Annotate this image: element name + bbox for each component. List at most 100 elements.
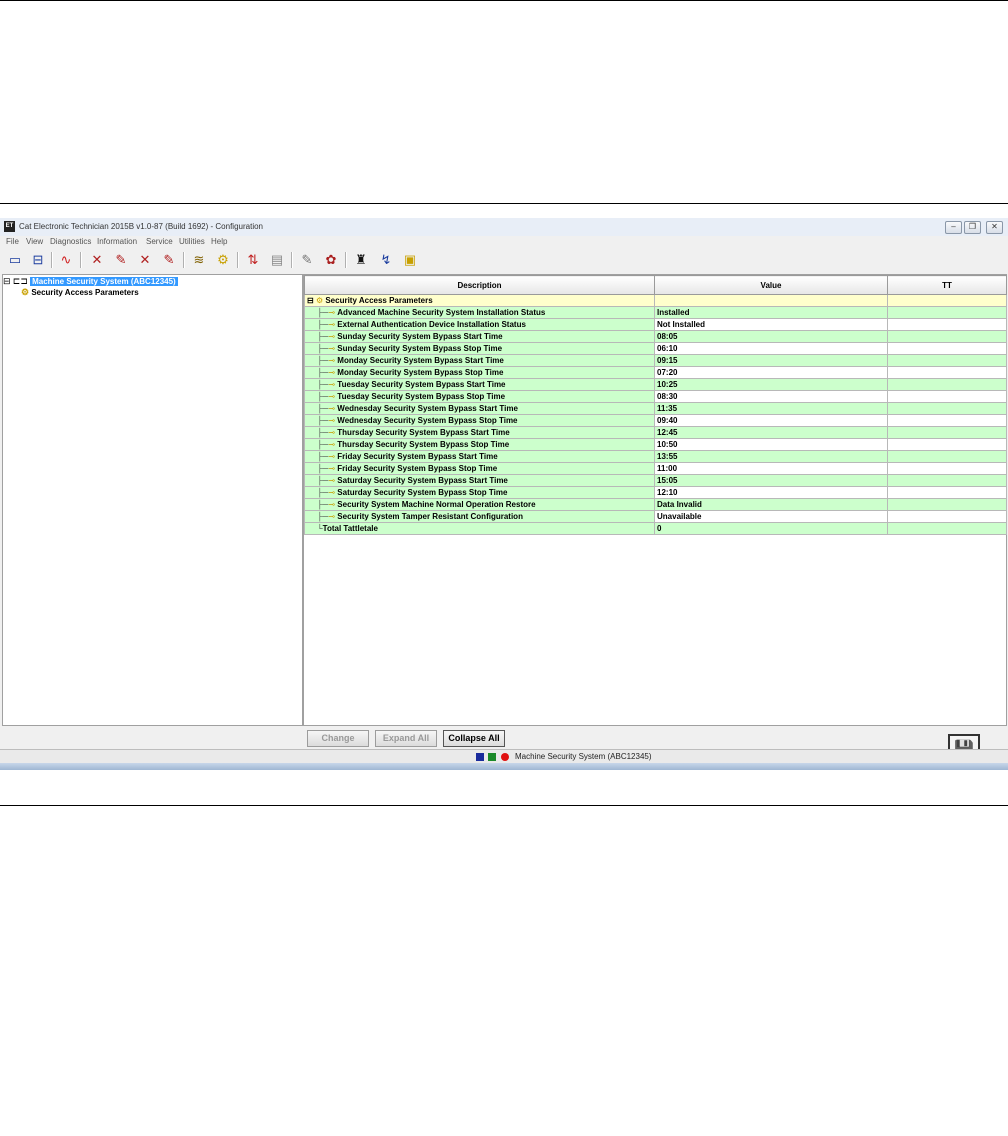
value-cell[interactable]: Data Invalid [654,498,888,511]
menu-help[interactable]: Help [211,237,227,246]
value-cell[interactable]: 08:30 [654,390,888,403]
tree-item-machine-security[interactable]: ⊟ ⊏⊐ Machine Security System (ABC12345) [3,276,178,286]
description-cell: ├─⊸ Advanced Machine Security System Ins… [304,306,655,319]
expand-all-button[interactable]: Expand All [375,730,437,747]
status-groups-icon[interactable]: ≋ [190,251,208,269]
table-row[interactable]: ├─⊸ Security System Machine Normal Opera… [304,498,1007,511]
calibrate-icon[interactable]: ✿ [322,251,340,269]
tree-root-label: Machine Security System (ABC12345) [30,277,178,286]
flash-icon[interactable]: ▣ [401,251,419,269]
table-row[interactable]: ├─⊸ Saturday Security System Bypass Star… [304,474,1007,487]
value-cell[interactable]: 07:20 [654,366,888,379]
tree-connector-icon: ├─ [317,499,329,509]
value-cell[interactable]: 11:00 [654,462,888,475]
config-table: Description Value TT ⊟ ⚙ Security Access… [304,275,1007,535]
print-preview-icon[interactable]: ⊟ [29,251,47,269]
config-grid-panel: Description Value TT ⊟ ⚙ Security Access… [303,274,1007,726]
menu-file[interactable]: File [6,237,19,246]
description-cell: ├─⊸ Friday Security System Bypass Stop T… [304,462,655,475]
parameter-icon: ⊸ [328,427,338,437]
collapse-box-icon[interactable]: ⊟ [307,296,314,305]
table-row[interactable]: ├─⊸ Thursday Security System Bypass Star… [304,426,1007,439]
edit-icon[interactable]: ✎ [298,251,316,269]
table-row[interactable]: ├─⊸ Friday Security System Bypass Stop T… [304,462,1007,475]
description-cell: ├─⊸ Monday Security System Bypass Stop T… [304,366,655,379]
change-button[interactable]: Change [307,730,369,747]
toolbar-separator [51,252,53,268]
value-cell[interactable]: 12:45 [654,426,888,439]
paste-icon[interactable]: ▤ [268,251,286,269]
group-row[interactable]: ⊟ ⚙ Security Access Parameters [304,294,1007,307]
value-cell[interactable]: 09:15 [654,354,888,367]
event-codes-icon[interactable]: ✎ [112,251,130,269]
table-header-row: Description Value TT [304,275,1007,295]
table-row[interactable]: ├─⊸ Tuesday Security System Bypass Stop … [304,390,1007,403]
logged-codes-icon[interactable]: ✕ [136,251,154,269]
parameter-group-icon: ⚙ [21,287,30,297]
close-button[interactable]: ✕ [986,221,1003,234]
os-taskbar [0,763,1008,770]
table-row[interactable]: ├─⊸ Thursday Security System Bypass Stop… [304,438,1007,451]
menu-information[interactable]: Information [97,237,137,246]
table-row[interactable]: ├─⊸ Advanced Machine Security System Ins… [304,306,1007,319]
value-cell[interactable]: Unavailable [654,510,888,523]
graph-icon[interactable]: ∿ [57,251,75,269]
diagnostic-codes-icon[interactable]: ✕ [88,251,106,269]
value-cell[interactable]: 11:35 [654,402,888,415]
collapse-all-button[interactable]: Collapse All [443,730,505,747]
col-header-value[interactable]: Value [654,275,888,295]
table-row[interactable]: ├─⊸ Friday Security System Bypass Start … [304,450,1007,463]
value-cell[interactable]: 08:05 [654,330,888,343]
tt-cell [887,390,1007,403]
table-row[interactable]: ├─⊸ Wednesday Security System Bypass Sta… [304,402,1007,415]
table-row[interactable]: ├─⊸ Wednesday Security System Bypass Sto… [304,414,1007,427]
table-row[interactable]: ├─⊸ Tuesday Security System Bypass Start… [304,378,1007,391]
parameter-icon: ⊸ [328,319,338,329]
connect-icon[interactable]: ↯ [377,251,395,269]
tree-connector-icon: ├─ [317,355,329,365]
group-value-cell [654,294,888,307]
action-button-row: Change Expand All Collapse All [0,728,1008,748]
binoculars-icon[interactable]: ♜ [352,251,370,269]
table-row[interactable]: ├─⊸ Monday Security System Bypass Start … [304,354,1007,367]
value-cell[interactable]: 10:50 [654,438,888,451]
compare-icon[interactable]: ⇅ [244,251,262,269]
print-icon[interactable]: ▭ [6,251,24,269]
tt-cell [887,342,1007,355]
minimize-button[interactable]: – [945,221,962,234]
table-row[interactable]: ├─⊸ Security System Tamper Resistant Con… [304,510,1007,523]
col-header-tt[interactable]: TT [887,275,1007,295]
parameter-group-icon: ⚙ [315,295,324,305]
description-text: Monday Security System Bypass Start Time [337,355,504,365]
table-row[interactable]: ├─⊸ External Authentication Device Insta… [304,318,1007,331]
col-header-description[interactable]: Description [304,275,655,295]
collapse-box-icon[interactable]: ⊟ [3,276,11,287]
description-text: Friday Security System Bypass Start Time [337,451,498,461]
value-cell[interactable]: Not Installed [654,318,888,331]
menu-utilities[interactable]: Utilities [179,237,205,246]
table-row[interactable]: ├─⊸ Monday Security System Bypass Stop T… [304,366,1007,379]
tt-cell [887,498,1007,511]
table-row[interactable]: ├─⊸ Saturday Security System Bypass Stop… [304,486,1007,499]
restore-button[interactable]: ❐ [964,221,981,234]
menu-diagnostics[interactable]: Diagnostics [50,237,91,246]
value-cell[interactable]: 0 [654,522,888,535]
tree-connector-icon: ├─ [317,439,329,449]
description-text: Tuesday Security System Bypass Stop Time [337,391,506,401]
table-row[interactable]: └Total Tattletale 0 [304,522,1007,535]
clear-codes-icon[interactable]: ✎ [160,251,178,269]
menu-view[interactable]: View [26,237,43,246]
value-cell[interactable]: 15:05 [654,474,888,487]
value-cell[interactable]: 06:10 [654,342,888,355]
value-cell[interactable]: 13:55 [654,450,888,463]
value-cell[interactable]: Installed [654,306,888,319]
config-icon[interactable]: ⚙ [214,251,232,269]
tree-item-security-access[interactable]: ⚙ Security Access Parameters [21,287,139,298]
value-cell[interactable]: 10:25 [654,378,888,391]
menu-service[interactable]: Service [146,237,173,246]
table-row[interactable]: ├─⊸ Sunday Security System Bypass Stop T… [304,342,1007,355]
table-row[interactable]: ├─⊸ Sunday Security System Bypass Start … [304,330,1007,343]
value-cell[interactable]: 12:10 [654,486,888,499]
tree-panel: ⊟ ⊏⊐ Machine Security System (ABC12345) … [2,274,303,726]
value-cell[interactable]: 09:40 [654,414,888,427]
